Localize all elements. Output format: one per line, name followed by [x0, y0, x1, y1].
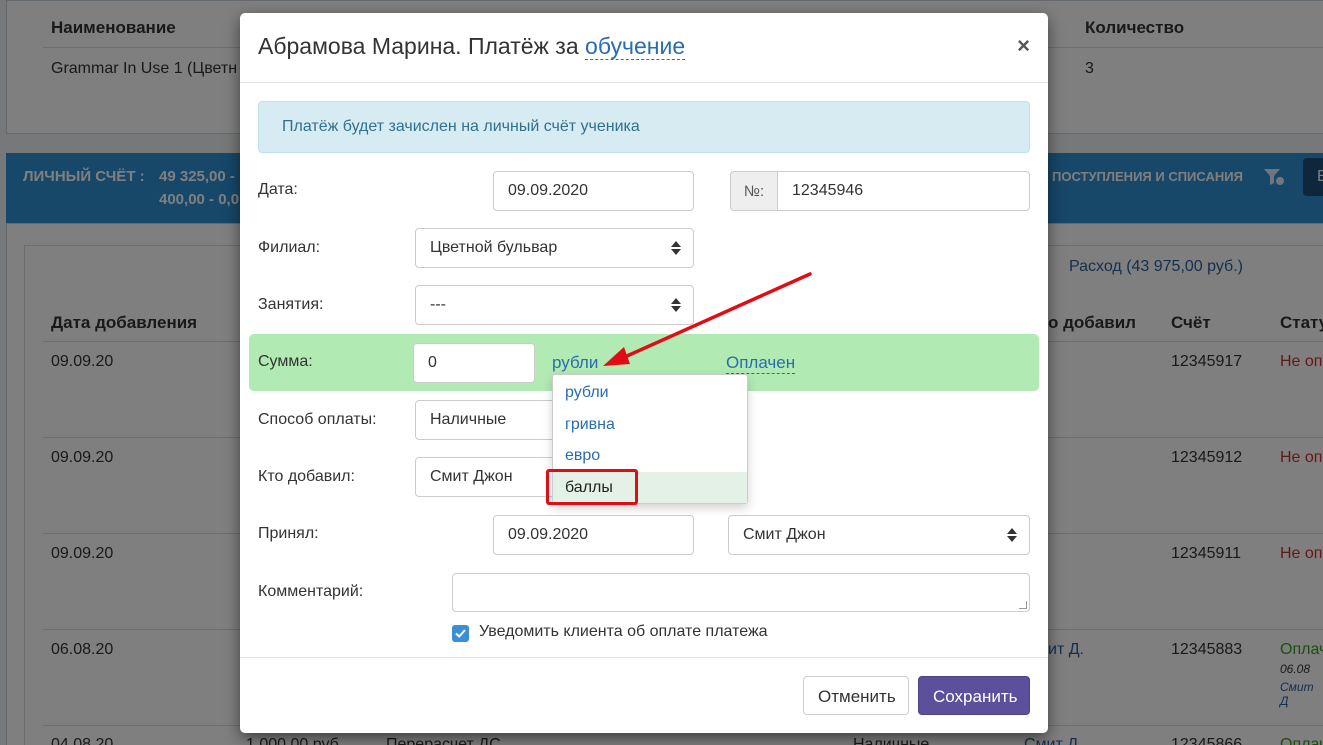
sum-input[interactable]: 0 — [413, 343, 535, 383]
select-arrows-icon — [671, 297, 681, 313]
payment-type-link[interactable]: обучение — [585, 33, 686, 60]
payment-modal: Абрамова Марина. Платёж за обучение × Пл… — [240, 13, 1048, 733]
lessons-select-value: --- — [430, 296, 446, 313]
highlight-box — [546, 469, 638, 505]
method-label: Способ оплаты: — [258, 411, 377, 428]
info-alert: Платёж будет зачислен на личный счёт уче… — [258, 101, 1030, 153]
currency-toggle[interactable]: рубли — [552, 353, 598, 373]
currency-option-uah[interactable]: гривна — [553, 409, 747, 440]
cancel-button[interactable]: Отменить — [803, 676, 909, 715]
select-arrows-icon — [671, 240, 681, 256]
modal-footer-divider — [240, 657, 1048, 658]
lessons-select[interactable]: --- — [415, 285, 694, 325]
method-select-value: Наличные — [430, 411, 507, 428]
number-addon: №: — [730, 171, 778, 211]
modal-title: Абрамова Марина. Платёж за обучение — [258, 33, 686, 60]
added-by-label: Кто добавил: — [258, 468, 355, 485]
date-input[interactable]: 09.09.2020 — [493, 171, 694, 211]
checkmark-icon — [455, 629, 466, 638]
date-label: Дата: — [258, 181, 298, 198]
added-by-select-value: Смит Джон — [430, 468, 513, 485]
comment-textarea[interactable] — [452, 573, 1030, 612]
accepted-label: Принял: — [258, 525, 319, 542]
accepted-by-select[interactable]: Смит Джон — [728, 515, 1030, 555]
branch-label: Филиал: — [258, 239, 321, 256]
comment-label: Комментарий: — [258, 583, 364, 600]
lessons-label: Занятия: — [258, 296, 324, 313]
select-arrows-icon — [1007, 527, 1017, 543]
notify-checkbox[interactable] — [452, 625, 469, 642]
currency-option-rub[interactable]: рубли — [553, 377, 747, 408]
modal-title-text: Абрамова Марина. Платёж за — [258, 33, 586, 59]
currency-option-eur[interactable]: евро — [553, 440, 747, 471]
accepted-date-input[interactable]: 09.09.2020 — [493, 515, 694, 555]
resize-grip-icon[interactable] — [1019, 601, 1027, 609]
modal-header: Абрамова Марина. Платёж за обучение × — [240, 13, 1048, 83]
accepted-by-select-value: Смит Джон — [743, 526, 826, 543]
save-button[interactable]: Сохранить — [918, 676, 1030, 715]
number-input[interactable]: 12345946 — [777, 171, 1030, 211]
branch-select-value: Цветной бульвар — [430, 239, 558, 256]
notify-label: Уведомить клиента об оплате платежа — [479, 623, 768, 640]
paid-status-link[interactable]: Оплачен — [726, 353, 796, 374]
branch-select[interactable]: Цветной бульвар — [415, 228, 694, 268]
sum-label: Сумма: — [258, 353, 313, 370]
close-icon[interactable]: × — [1017, 33, 1030, 59]
